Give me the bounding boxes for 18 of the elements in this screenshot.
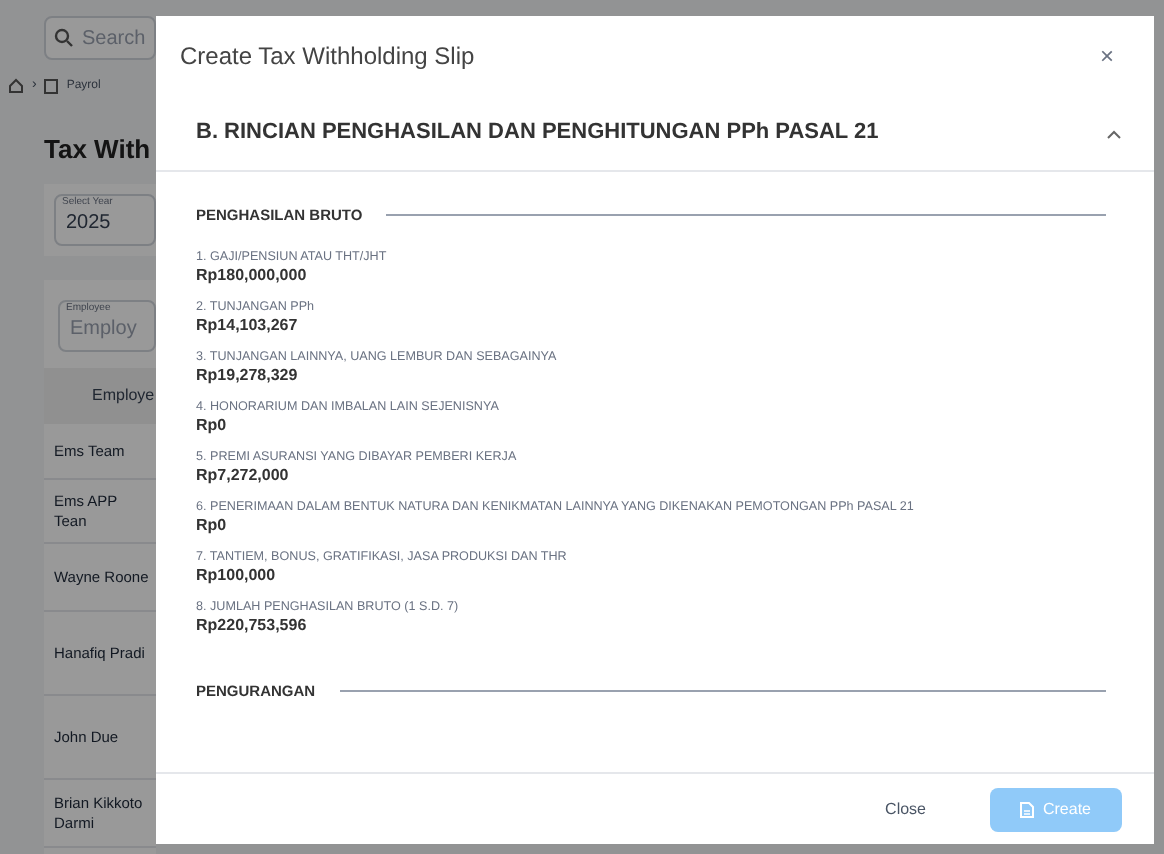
close-button[interactable]: × <box>1099 38 1114 74</box>
field-value: Rp14,103,267 <box>196 316 300 337</box>
section-header[interactable]: B. RINCIAN PENGHASILAN DAN PENGHITUNGAN PPh PASAL 21 <box>156 96 1154 172</box>
field-value: Rp0 <box>196 516 229 537</box>
column-header: Employe <box>44 368 156 424</box>
field-value: Rp100,000 <box>196 566 278 587</box>
close-button[interactable]: Close <box>885 797 926 821</box>
modal-title: Create Tax Withholding Slip <box>180 40 475 74</box>
document-icon <box>1020 801 1035 817</box>
field-value: Rp220,753,596 <box>196 616 309 637</box>
field-value: Rp19,278,329 <box>196 366 300 387</box>
page-title: Tax With <box>44 131 153 167</box>
field-value: Rp7,272,000 <box>196 466 291 487</box>
search-icon <box>54 28 74 48</box>
clipboard-icon <box>44 78 59 95</box>
field-value: Rp0 <box>196 416 229 437</box>
home-icon[interactable] <box>8 78 24 95</box>
field-value: Rp180,000,000 <box>196 266 309 287</box>
